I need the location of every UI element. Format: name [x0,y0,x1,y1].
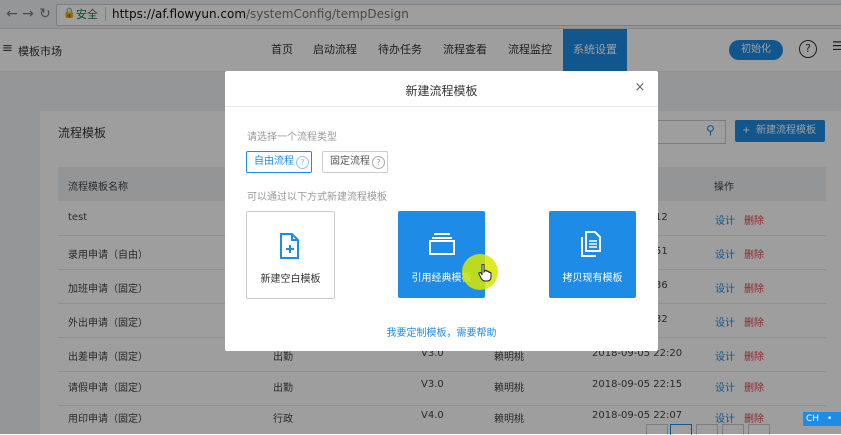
modal-title: 新建流程模板 [405,84,478,98]
close-icon[interactable]: × [633,81,647,95]
hand-pointer-icon [478,264,492,282]
question-icon[interactable]: ? [372,156,385,169]
new-blank-template-tile[interactable]: 新建空白模板 [246,211,335,299]
question-icon[interactable]: ? [296,156,309,169]
fixed-process-label: 固定流程 [330,156,370,167]
method-prompt: 可以通过以下方式新建流程模板 [247,192,387,203]
copy-existing-template-label: 拷贝现有模板 [562,273,623,284]
new-blank-template-label: 新建空白模板 [260,274,321,285]
fixed-process-option[interactable]: 固定流程 ? [322,151,388,173]
custom-template-help-link[interactable]: 我要定制模板，需要帮助 [225,324,658,339]
copy-document-icon [581,231,601,257]
free-process-label: 自由流程 [254,156,294,167]
free-process-option[interactable]: 自由流程 ? [246,151,312,173]
new-file-icon [280,233,299,259]
ime-indicator[interactable]: CH • [803,412,841,426]
modal-divider [225,106,658,107]
ime-icon: • [827,414,833,424]
folder-icon [429,233,455,255]
ime-language: CH [806,414,820,424]
type-prompt: 请选择一个流程类型 [247,132,337,143]
copy-existing-template-tile[interactable]: 拷贝现有模板 [549,211,636,298]
